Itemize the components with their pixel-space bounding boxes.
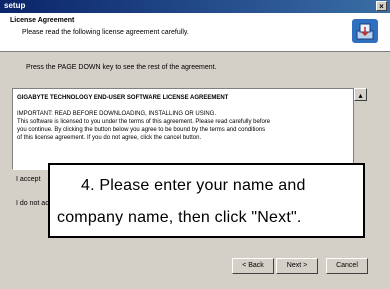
title-bar[interactable]: setup × (0, 0, 390, 13)
window-title: setup (4, 1, 26, 10)
close-button[interactable]: × (376, 1, 387, 11)
license-line: IMPORTANT: READ BEFORE DOWNLOADING, INST… (17, 111, 217, 117)
installer-icon (352, 19, 378, 43)
license-textbox[interactable]: GIGABYTE TECHNOLOGY END-USER SOFTWARE LI… (12, 88, 358, 170)
instruction-text: Press the PAGE DOWN key to see the rest … (26, 64, 217, 71)
callout-line-2: company name, then click "Next". (57, 209, 302, 226)
callout-line-1: 4. Please enter your name and (81, 177, 306, 194)
cancel-button[interactable]: Cancel (326, 258, 368, 274)
license-line: GIGABYTE TECHNOLOGY END-USER SOFTWARE LI… (17, 95, 229, 101)
license-line: you continue. By clicking the button bel… (17, 127, 266, 133)
license-scrollbar[interactable]: ▴ (353, 88, 367, 170)
back-button[interactable]: < Back (232, 258, 274, 274)
license-line: This software is licensed to you under t… (17, 119, 271, 125)
next-button[interactable]: Next > (276, 258, 318, 274)
header-title: License Agreement (10, 17, 75, 24)
wizard-header: License Agreement Please read the follow… (0, 13, 390, 52)
license-line: of this license agreement. If you do not… (17, 135, 202, 141)
scroll-up-arrow-icon[interactable]: ▴ (354, 88, 367, 101)
radio-accept[interactable]: I accept (16, 176, 41, 183)
instruction-callout: 4. Please enter your name and company na… (48, 163, 365, 238)
header-subtitle: Please read the following license agreem… (22, 29, 189, 36)
setup-window: setup × License Agreement Please read th… (0, 0, 390, 289)
